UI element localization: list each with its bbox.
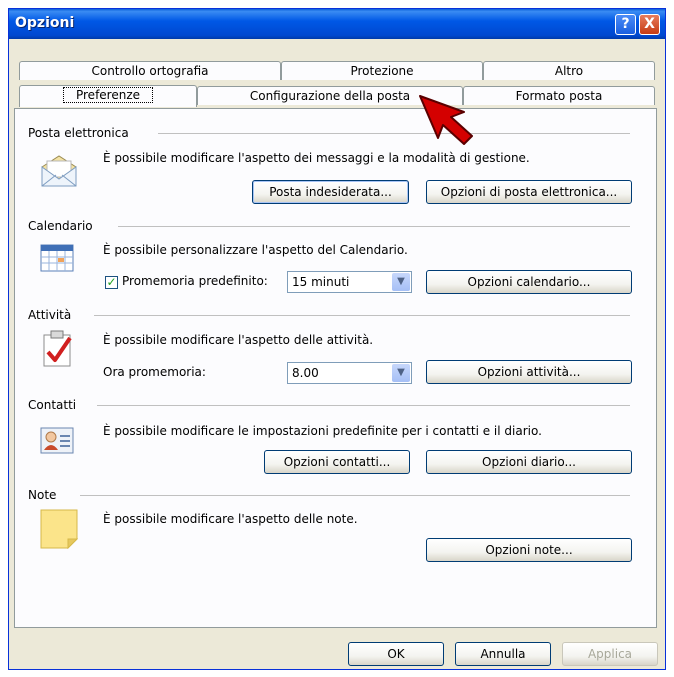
task-icon bbox=[43, 330, 72, 367]
title-bar[interactable]: Opzioni ? X bbox=[9, 9, 665, 39]
envelope-icon bbox=[41, 155, 77, 187]
junk-mail-button[interactable]: Posta indesiderata... bbox=[252, 180, 409, 204]
cancel-button[interactable]: Annulla bbox=[455, 642, 551, 666]
calendar-icon bbox=[40, 244, 74, 272]
reminder-time-select[interactable]: 8.00 ▼ bbox=[287, 362, 412, 384]
note-icon bbox=[40, 509, 78, 549]
contact-card-icon bbox=[40, 427, 74, 454]
tab-spelling[interactable]: Controllo ortografia bbox=[19, 61, 281, 80]
section-email-title: Posta elettronica bbox=[28, 126, 129, 140]
reminder-time-label: Ora promemoria: bbox=[103, 365, 206, 379]
tab-security[interactable]: Protezione bbox=[281, 61, 483, 80]
divider bbox=[80, 495, 630, 496]
close-button[interactable]: X bbox=[639, 14, 660, 35]
default-reminder-checkbox[interactable]: ✓ bbox=[105, 276, 118, 289]
email-description: È possibile modificare l'aspetto dei mes… bbox=[103, 151, 530, 165]
divider bbox=[97, 405, 630, 406]
task-options-button[interactable]: Opzioni attività... bbox=[426, 360, 632, 384]
cursor-arrow-icon bbox=[419, 95, 473, 145]
ok-button[interactable]: OK bbox=[348, 642, 444, 666]
calendar-description: È possibile personalizzare l'aspetto del… bbox=[103, 243, 408, 257]
divider bbox=[158, 133, 630, 134]
default-reminder-select[interactable]: 15 minuti ▼ bbox=[287, 271, 412, 293]
contacts-description: È possibile modificare le impostazioni p… bbox=[103, 424, 542, 438]
divider bbox=[94, 315, 630, 316]
chevron-down-icon[interactable]: ▼ bbox=[392, 273, 410, 291]
default-reminder-value: 15 minuti bbox=[292, 275, 350, 289]
tab-mail-format[interactable]: Formato posta bbox=[463, 86, 655, 105]
tasks-description: È possibile modificare l'aspetto delle a… bbox=[103, 333, 374, 347]
journal-options-button[interactable]: Opzioni diario... bbox=[426, 450, 632, 474]
section-notes-title: Note bbox=[28, 488, 57, 502]
tab-preferences-label: Preferenze bbox=[62, 87, 154, 103]
tab-other[interactable]: Altro bbox=[483, 61, 655, 80]
section-tasks-title: Attività bbox=[28, 308, 72, 322]
window-title: Opzioni bbox=[15, 15, 75, 31]
note-options-button[interactable]: Opzioni note... bbox=[426, 538, 632, 562]
section-contacts-title: Contatti bbox=[28, 398, 77, 412]
calendar-options-button[interactable]: Opzioni calendario... bbox=[426, 270, 632, 294]
notes-description: È possibile modificare l'aspetto delle n… bbox=[103, 512, 358, 526]
section-calendar-title: Calendario bbox=[28, 219, 93, 233]
help-button[interactable]: ? bbox=[615, 14, 636, 35]
default-reminder-label: Promemoria predefinito: bbox=[122, 274, 268, 288]
divider bbox=[118, 226, 630, 227]
apply-button[interactable]: Applica bbox=[562, 642, 658, 666]
contact-options-button[interactable]: Opzioni contatti... bbox=[264, 450, 410, 474]
email-options-button[interactable]: Opzioni di posta elettronica... bbox=[426, 180, 632, 204]
reminder-time-value: 8.00 bbox=[292, 366, 319, 380]
tab-preferences[interactable]: Preferenze bbox=[19, 85, 197, 107]
chevron-down-icon[interactable]: ▼ bbox=[392, 364, 410, 382]
